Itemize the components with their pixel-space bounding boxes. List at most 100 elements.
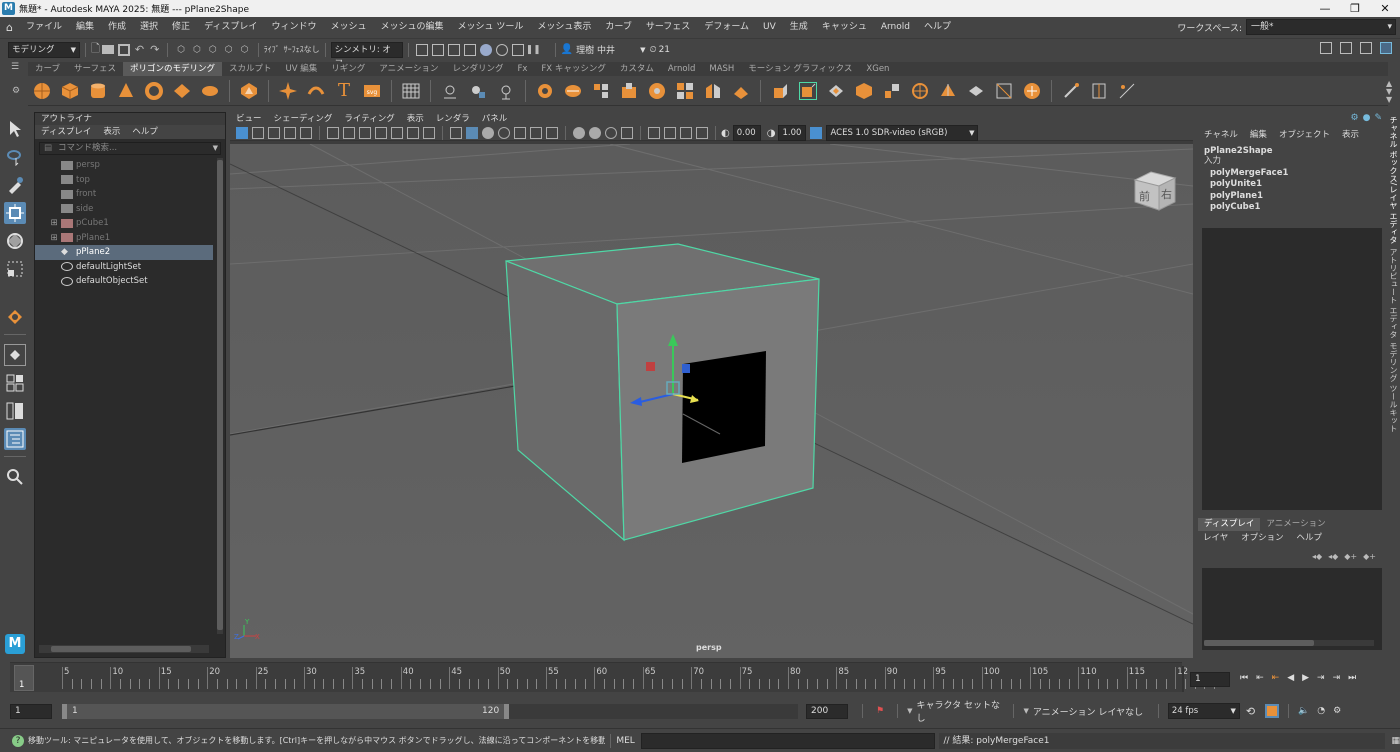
paint-select-tool-icon[interactable] [4,174,26,196]
outliner-item-top[interactable]: top [35,173,213,188]
animation-start-field[interactable]: 1 [10,703,52,719]
paint-select-icon[interactable]: ⬡ [241,45,249,55]
loop-icon[interactable]: ⟲ [1246,705,1255,718]
append-icon[interactable] [855,82,873,100]
image-plane-icon[interactable] [284,127,296,139]
menu-file[interactable]: ファイル [19,17,69,38]
shelf-tab-custom[interactable]: カスタム [613,62,661,76]
range-start-grip[interactable] [62,703,67,719]
outliner-layout-icon[interactable] [4,428,26,450]
cb-menu-edit[interactable]: 編集 [1244,128,1273,142]
menu-mesh[interactable]: メッシュ [323,17,373,38]
smooth-icon[interactable] [536,82,554,100]
shelf-tab-curves[interactable]: カーブ [28,62,67,76]
animation-prefs-icon[interactable]: ⚙ [1333,706,1341,716]
attribute-editor-icon[interactable] [1340,42,1352,54]
shelf-tab-fx[interactable]: Fx [510,62,534,76]
smooth-shade-icon[interactable] [466,127,478,139]
exposure-field[interactable]: 0.00 [732,125,761,141]
fill-hole-icon[interactable] [648,82,666,100]
outliner-item-pplane1[interactable]: ⊞ pPlane1 [35,231,213,246]
outliner-item-persp[interactable]: persp [35,158,213,173]
gamma-field[interactable]: 1.00 [778,125,807,141]
chevron-down-icon[interactable]: ▼ [907,707,912,715]
type-icon[interactable]: T [335,80,353,101]
menu-windows[interactable]: ウィンドウ [264,17,323,38]
extract-icon[interactable] [620,82,638,100]
viewcube-right-label[interactable]: 右 [1161,186,1172,202]
add-divisions-icon[interactable] [995,82,1013,100]
range-end-grip[interactable] [504,703,509,719]
live-surface-value[interactable]: ｻｰﾌｪｽなし [284,44,320,55]
ambient-occlusion-icon[interactable] [573,127,585,139]
single-perspective-layout-icon[interactable] [4,344,26,366]
menu-help[interactable]: ヘルプ [917,17,958,38]
new-layer-selected-icon[interactable]: ◆+ [1363,552,1376,561]
last-tool-icon[interactable] [4,306,26,328]
step-forward-frame-icon[interactable]: ⇥ [1333,673,1341,683]
menu-modify[interactable]: 修正 [165,17,197,38]
menu-surfaces[interactable]: サーフェス [639,17,697,38]
channel-box-input-item[interactable]: polyUnite1 [1198,179,1384,191]
menu-display[interactable]: ディスプレイ [197,17,264,38]
shelf-tab-fx-caching[interactable]: FX キャッシング [534,62,612,76]
select-camera-icon[interactable] [236,127,248,139]
outliner-item-pplane2[interactable]: ◆ pPlane2 [35,245,213,260]
shelf-tab-arnold[interactable]: Arnold [661,62,703,76]
lock-camera-icon[interactable] [252,127,264,139]
command-input[interactable] [640,732,936,749]
shelf-settings-icon[interactable]: ⚙ [12,86,26,96]
vp-menu-shading[interactable]: シェーディング [268,112,339,126]
move-layer-up-icon[interactable]: ◂◆ [1312,552,1322,561]
workspace-dropdown[interactable]: 一般* ▾ [1246,19,1396,35]
symmetry-dropdown[interactable]: シンメトリ: オフ [330,41,403,69]
range-slider[interactable]: 1 120 [62,703,798,719]
outliner-item-pcube1[interactable]: ⊞ pCube1 [35,216,213,231]
user-name[interactable]: 理樹 中井 [576,43,640,56]
maximize-button[interactable]: ❐ [1340,0,1370,17]
layer-menu-layers[interactable]: レイヤ [1198,533,1233,543]
grid-icon[interactable] [402,82,420,100]
menu-mesh-display[interactable]: メッシュ表示 [530,17,598,38]
gate-mask-icon[interactable] [375,127,387,139]
minimize-button[interactable]: — [1310,0,1340,17]
poly-sphere-icon[interactable] [33,82,51,100]
mirror-icon[interactable] [441,82,459,100]
play-backward-icon[interactable]: ◀ [1287,673,1294,683]
shelf-tab-motion-graphics[interactable]: モーション グラフィックス [741,62,859,76]
menu-generate[interactable]: 生成 [783,17,815,38]
wireframe-icon[interactable] [450,127,462,139]
shelf-menu-icon[interactable]: ☰ [11,62,26,72]
view-transform-dropdown[interactable]: ACES 1.0 SDR-video (sRGB) ▼ [826,125,979,141]
xray-icon[interactable] [664,127,676,139]
step-back-key-icon[interactable]: ⇤ [1256,673,1264,683]
animation-end-field[interactable]: 200 [806,703,848,719]
quad-draw-icon[interactable] [1118,82,1136,100]
range-slider-handle[interactable] [62,703,508,719]
shelf-tab-rigging[interactable]: リギング [324,62,372,76]
current-frame-field[interactable]: 1 [1190,672,1230,687]
move-tool-icon[interactable] [4,202,26,224]
select-hierarchy-icon[interactable]: ⬡ [177,45,185,55]
go-to-end-icon[interactable]: ⏭ [1348,673,1356,683]
menu-curves[interactable]: カーブ [598,17,638,38]
layer-menu-options[interactable]: オプション [1236,533,1289,543]
chevron-down-icon[interactable]: ▼ [1023,707,1028,715]
tool-settings-icon[interactable] [1360,42,1372,54]
hypershade-icon[interactable] [479,43,492,56]
home-icon[interactable]: ⌂ [0,21,19,34]
shelf-tab-surfaces[interactable]: サーフェス [67,62,123,76]
shelf-tab-uv-editing[interactable]: UV 編集 [279,62,325,76]
shelf-tab-sculpting[interactable]: スカルプト [222,62,279,76]
shelf-tab-animation[interactable]: アニメーション [372,62,445,76]
arnold-render-icon[interactable] [495,43,508,56]
go-to-start-icon[interactable]: ⏮ [1240,673,1248,683]
playback-end-value[interactable]: 120 [482,706,499,716]
cb-menu-object[interactable]: オブジェクト [1273,128,1336,142]
outliner-item-defaultobjectset[interactable]: defaultObjectSet [35,274,213,289]
menu-select[interactable]: 選択 [133,17,165,38]
channel-box-input-item[interactable]: polyPlane1 [1198,191,1384,203]
reduce-icon[interactable] [676,82,694,100]
menu-uv[interactable]: UV [756,17,783,38]
shelf-tab-xgen[interactable]: XGen [859,62,896,76]
